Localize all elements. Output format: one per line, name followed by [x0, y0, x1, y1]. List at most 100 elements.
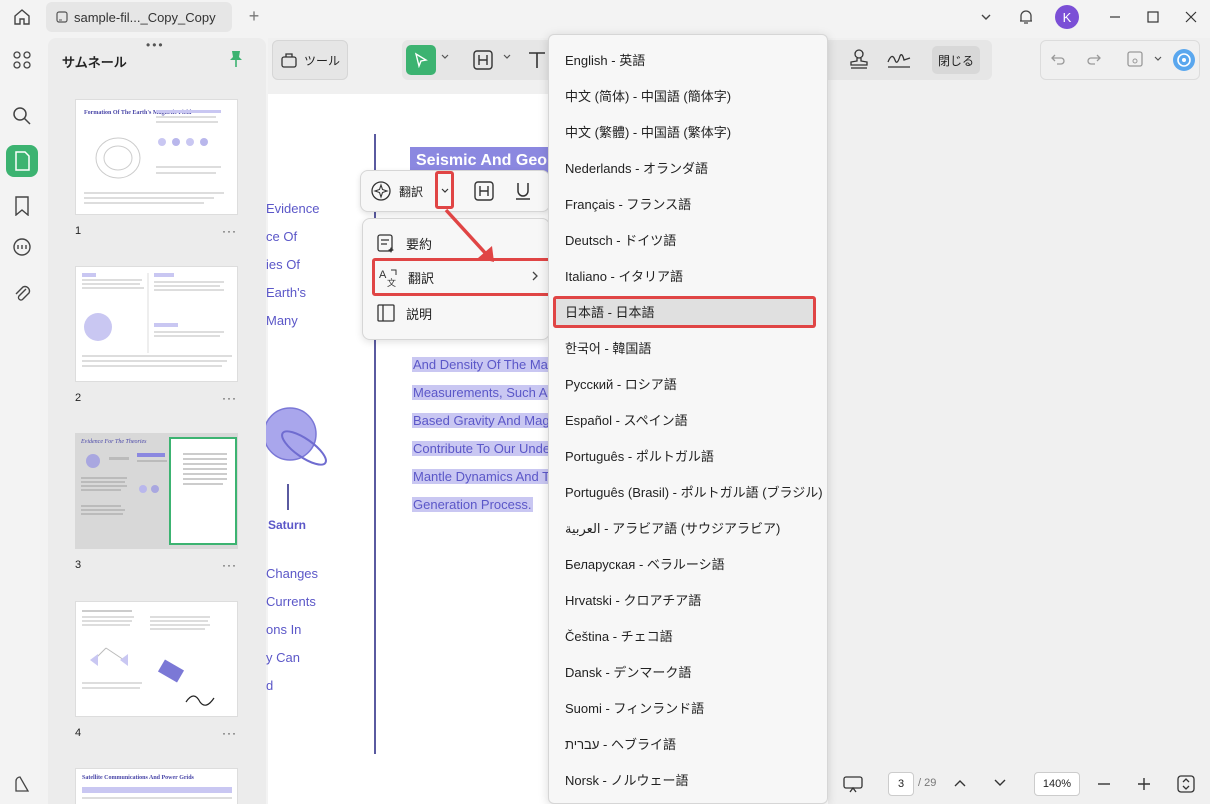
language-option[interactable]: Deutsch - ドイツ語: [565, 226, 815, 256]
heading-tool-icon[interactable]: [472, 49, 494, 71]
zoom-in-icon[interactable]: [1137, 777, 1151, 791]
bookmark-icon[interactable]: [6, 190, 38, 222]
language-option[interactable]: Français - フランス語: [565, 190, 815, 220]
close-toolbar-button[interactable]: 閉じる: [932, 46, 980, 74]
chevron-up-icon[interactable]: [953, 777, 967, 789]
page-text-line: ies Of: [266, 257, 300, 272]
book-icon: [376, 303, 396, 323]
language-option[interactable]: Hrvatski - クロアチア語: [565, 586, 815, 616]
close-window-button[interactable]: [1178, 4, 1204, 30]
selected-text-line[interactable]: Mantle Dynamics And T: [412, 469, 552, 484]
translate-toolbar-label[interactable]: 翻訳: [399, 183, 423, 200]
language-option[interactable]: Nederlands - オランダ語: [565, 154, 815, 184]
attachment-icon[interactable]: [6, 277, 38, 309]
page-more-button-1[interactable]: ···: [222, 224, 237, 238]
text-tool-icon[interactable]: [526, 49, 548, 71]
zoom-out-icon[interactable]: [1097, 777, 1111, 791]
explain-label: 説明: [406, 306, 433, 322]
comment-icon[interactable]: [6, 232, 38, 264]
language-option[interactable]: Português (Brasil) - ポルトガル語 (ブラジル): [565, 478, 823, 508]
chevron-down-icon[interactable]: [1153, 54, 1163, 64]
page-number-1: 1: [75, 225, 82, 237]
language-option[interactable]: Русский - ロシア語: [565, 370, 815, 400]
summarize-label: 要約: [406, 236, 433, 252]
tab-title: sample-fil..._Copy_Copy: [74, 9, 216, 25]
avatar[interactable]: K: [1054, 4, 1080, 30]
selected-text-line[interactable]: And Density Of The Ma: [412, 357, 549, 372]
selected-text-line[interactable]: Contribute To Our Unde: [412, 441, 552, 456]
language-option[interactable]: English - 英語: [565, 46, 815, 76]
thumbnails-icon[interactable]: [6, 145, 38, 177]
page-thumbnail-1[interactable]: Formation Of The Earth's Magnetic Field: [75, 99, 238, 215]
signature-icon[interactable]: [886, 48, 912, 70]
summarize-icon: [376, 233, 396, 253]
drag-handle[interactable]: •••: [146, 38, 165, 52]
thumbnail-graphic: [82, 273, 232, 367]
ai-assistant-icon[interactable]: [1172, 48, 1196, 72]
selected-text-line[interactable]: Generation Process.: [412, 497, 533, 512]
language-option[interactable]: العربية - アラビア語 (サウジアラビア): [565, 514, 815, 544]
tools-button[interactable]: ツール: [272, 40, 348, 80]
home-icon[interactable]: [8, 4, 36, 30]
page-thumbnail-2[interactable]: [75, 266, 238, 382]
new-tab-button[interactable]: +: [244, 6, 264, 26]
language-option[interactable]: Беларуская - ベラルーシ語: [565, 550, 815, 580]
highlight-box: [553, 296, 816, 328]
thumbnail-panel-title: サムネール: [62, 55, 127, 70]
language-option[interactable]: Dansk - デンマーク語: [565, 658, 815, 688]
language-option[interactable]: Português - ポルトガル語: [565, 442, 815, 472]
undo-icon[interactable]: [1050, 51, 1066, 67]
heading-tool-icon[interactable]: [473, 180, 495, 202]
search-icon[interactable]: [6, 100, 38, 132]
language-option[interactable]: עברית - ヘブライ語: [565, 730, 815, 760]
left-rail: [0, 34, 44, 804]
language-option[interactable]: Suomi - フィンランド語: [565, 694, 815, 724]
stamp-icon[interactable]: [848, 48, 870, 70]
chevron-down-icon[interactable]: [993, 777, 1007, 789]
page-text-line: Evidence: [266, 201, 320, 216]
language-option[interactable]: Čeština - チェコ語: [565, 622, 815, 652]
saturn-illustration: [266, 407, 327, 466]
language-option[interactable]: 中文 (繁體) - 中国語 (繁体字): [565, 118, 815, 148]
page-thumbnail-5[interactable]: Satellite Communications And Power Grids: [75, 768, 238, 804]
bell-icon[interactable]: [1014, 4, 1038, 30]
page-text-line: y Can: [266, 650, 300, 665]
page-thumbnail-4[interactable]: [75, 601, 238, 717]
saturn-label: Saturn: [268, 518, 307, 532]
chevron-down-icon[interactable]: [440, 186, 450, 196]
page-more-button-4[interactable]: ···: [222, 726, 237, 740]
select-cursor-button[interactable]: [406, 45, 436, 75]
language-option[interactable]: Español - スペイン語: [565, 406, 815, 436]
apps-grid-icon[interactable]: [6, 44, 38, 76]
language-dropdown: English - 英語 中文 (简体) - 中国語 (簡体字) 中文 (繁體)…: [548, 34, 828, 804]
thumbnail-graphic: [84, 110, 224, 204]
fit-page-icon[interactable]: [1176, 774, 1196, 794]
document-tab[interactable]: sample-fil..._Copy_Copy: [46, 2, 232, 32]
underline-icon[interactable]: [512, 180, 534, 202]
page-thumbnail-3[interactable]: Evidence For The Theories: [75, 433, 238, 549]
ai-translate-icon[interactable]: [370, 180, 392, 202]
chevron-down-icon[interactable]: [976, 4, 996, 30]
selected-text-line[interactable]: Based Gravity And Mag: [412, 413, 551, 428]
page-number-3: 3: [75, 559, 82, 571]
minimize-button[interactable]: [1102, 4, 1128, 30]
pin-icon[interactable]: [228, 50, 244, 68]
redo-icon[interactable]: [1086, 51, 1102, 67]
presentation-icon[interactable]: [842, 774, 864, 794]
layers-icon[interactable]: [6, 768, 38, 800]
chevron-down-icon[interactable]: [502, 52, 512, 62]
selected-text-line[interactable]: Measurements, Such A: [412, 385, 549, 400]
language-option[interactable]: Italiano - イタリア語: [565, 262, 815, 292]
saturn-connector: [287, 484, 289, 510]
language-option[interactable]: 中文 (简体) - 中国語 (簡体字): [565, 82, 815, 112]
current-page-input[interactable]: 3: [888, 772, 914, 796]
chevron-down-icon[interactable]: [440, 52, 450, 62]
title-bar: sample-fil..._Copy_Copy + K: [0, 0, 1210, 34]
save-icon[interactable]: [1126, 50, 1144, 68]
page-more-button-2[interactable]: ···: [222, 391, 237, 405]
page-more-button-3[interactable]: ···: [222, 558, 237, 572]
language-option[interactable]: Norsk - ノルウェー語: [565, 766, 815, 796]
zoom-level[interactable]: 140%: [1034, 772, 1080, 796]
maximize-button[interactable]: [1140, 4, 1166, 30]
language-option[interactable]: 한국어 - 韓国語: [565, 334, 815, 364]
